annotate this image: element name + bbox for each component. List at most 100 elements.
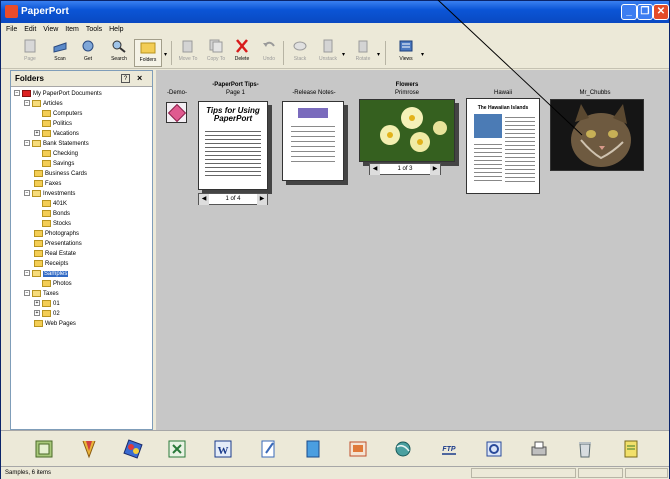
flowers-pager[interactable]: ◀ 1 of 3 ▶ [369,163,441,175]
minimize-button[interactable]: _ [621,4,637,20]
expand-icon[interactable]: + [34,130,40,137]
tree-label: Receipts [45,261,69,267]
notes-app-icon[interactable] [621,439,641,459]
tips-pager[interactable]: ◀ 1 of 4 ▶ [198,193,268,205]
expand-icon[interactable]: + [34,300,40,307]
scan-button[interactable]: Scan [46,39,74,67]
search-button[interactable]: Search [105,39,133,67]
ftp-app-icon[interactable]: FTP [439,439,459,459]
tree-item-checking[interactable]: Checking [42,149,78,159]
tree-item-investments[interactable]: − Investments [24,189,75,199]
pageviewer-app-icon[interactable] [34,439,54,459]
folders-dropdown-icon[interactable]: ▾ [164,51,167,58]
document-app-icon[interactable] [303,439,323,459]
prev-page-icon[interactable]: ◀ [199,194,209,205]
tree-item-bonds[interactable]: Bonds [42,209,70,219]
menu-tools[interactable]: Tools [86,23,102,36]
folder-icon [42,149,51,157]
menu-help[interactable]: Help [109,23,123,36]
flowers-photo[interactable] [359,99,455,162]
rotate-button[interactable]: Rotate [349,39,377,67]
notepad-app-icon[interactable] [258,439,278,459]
maximize-button[interactable]: ❐ [637,4,653,20]
help-icon[interactable]: ? [121,74,130,83]
tree-item-articles[interactable]: − Articles [24,99,63,109]
recycle-bin-icon[interactable] [575,439,595,459]
menu-edit[interactable]: Edit [24,23,36,36]
undo-button[interactable]: Undo [255,39,283,67]
paint-app-icon[interactable] [79,439,99,459]
tree-item-savings[interactable]: Savings [42,159,74,169]
next-page-icon[interactable]: ▶ [257,194,267,205]
page-button[interactable]: Page [16,39,44,67]
unstack-icon [323,39,333,53]
paintshop-app-icon[interactable] [123,439,143,459]
tree-item-vacations[interactable]: + Vacations [34,129,79,139]
tree-item-photos[interactable]: Photos [42,279,72,289]
collapse-icon[interactable]: − [24,270,30,277]
tree-item-401k[interactable]: 401K [42,199,67,209]
excel-app-icon[interactable] [167,439,187,459]
tree-item-receipts[interactable]: Receipts [34,259,68,269]
tree-item-computers[interactable]: Computers [42,109,82,119]
unstack-button[interactable]: Unstack [314,39,342,67]
presentation-app-icon[interactable] [348,439,368,459]
move-to-icon [182,40,193,53]
tree-item-my-paperport-documents[interactable]: − My PaperPort Documents [14,89,102,99]
tree-item-real-estate[interactable]: Real Estate [34,249,76,259]
page-icon [24,39,36,53]
tree-item-photographs[interactable]: Photographs [34,229,79,239]
close-panel-icon[interactable]: × [137,73,142,83]
unstack-dropdown-icon[interactable]: ▾ [342,51,345,58]
tree-item-taxes[interactable]: − Taxes [24,289,59,299]
tree-item-faxes[interactable]: Faxes [34,179,61,189]
prev-page-icon[interactable]: ◀ [370,164,380,175]
menu-view[interactable]: View [43,23,58,36]
stack-button[interactable]: Stack [286,39,314,67]
tree-item-stocks[interactable]: Stocks [42,219,71,229]
collapse-icon[interactable]: − [24,190,30,197]
tree-item-presentations[interactable]: Presentations [34,239,82,249]
next-page-icon[interactable]: ▶ [430,164,440,175]
demo-diamond-icon [167,103,187,123]
collapse-icon[interactable]: − [24,140,30,147]
mr-chubbs-photo[interactable] [550,99,644,171]
tree-item-politics[interactable]: Politics [42,119,72,129]
menu-file[interactable]: File [6,23,17,36]
tree-item-business-cards[interactable]: Business Cards [34,169,87,179]
tree-item-01[interactable]: +01 [34,299,60,309]
collapse-icon[interactable]: − [14,90,20,97]
demo-item[interactable] [166,102,187,123]
folders-panel: Folders ? × − My PaperPort Documents − Art… [10,70,153,430]
svg-text:FTP: FTP [442,446,456,453]
tree-item-web-pages[interactable]: Web Pages [34,319,76,329]
collapse-icon[interactable]: − [24,290,30,297]
delete-button[interactable]: Delete [228,39,256,67]
tree-item-bank-statements[interactable]: − Bank Statements [24,139,89,149]
folders-button[interactable]: Folders [134,39,162,67]
tips-document[interactable]: Tips for Using PaperPort [198,101,268,190]
close-button[interactable]: ✕ [653,4,669,20]
word-app-icon[interactable]: W [213,439,233,459]
tree-label-selected: Samples [43,271,69,277]
hawaii-document[interactable]: The Hawaiian Islands [466,98,540,194]
folder-icon [32,99,41,107]
tree-item-02[interactable]: +02 [34,309,60,319]
copy-to-button[interactable]: Copy To [202,39,230,67]
release-notes-document[interactable] [282,101,344,181]
menu-item[interactable]: Item [65,23,79,36]
views-dropdown-icon[interactable]: ▾ [421,51,424,58]
move-to-button[interactable]: Move To [174,39,202,67]
web-browser-icon[interactable] [393,439,413,459]
rotate-icon [358,40,368,53]
views-button[interactable]: Views [392,39,420,67]
printer-icon[interactable] [529,439,549,459]
desktop-workspace[interactable]: -Demo- -PaperPort Tips- Page 1 Tips for … [156,70,669,430]
tree-item-samples[interactable]: − Samples [24,269,69,279]
ocr-app-icon[interactable] [484,439,504,459]
get-button[interactable]: Get [74,39,102,67]
collapse-icon[interactable]: − [24,100,30,107]
expand-icon[interactable]: + [34,310,40,317]
title-bar[interactable]: PaperPort _ ❐ ✕ [1,1,669,23]
rotate-dropdown-icon[interactable]: ▾ [377,51,380,58]
